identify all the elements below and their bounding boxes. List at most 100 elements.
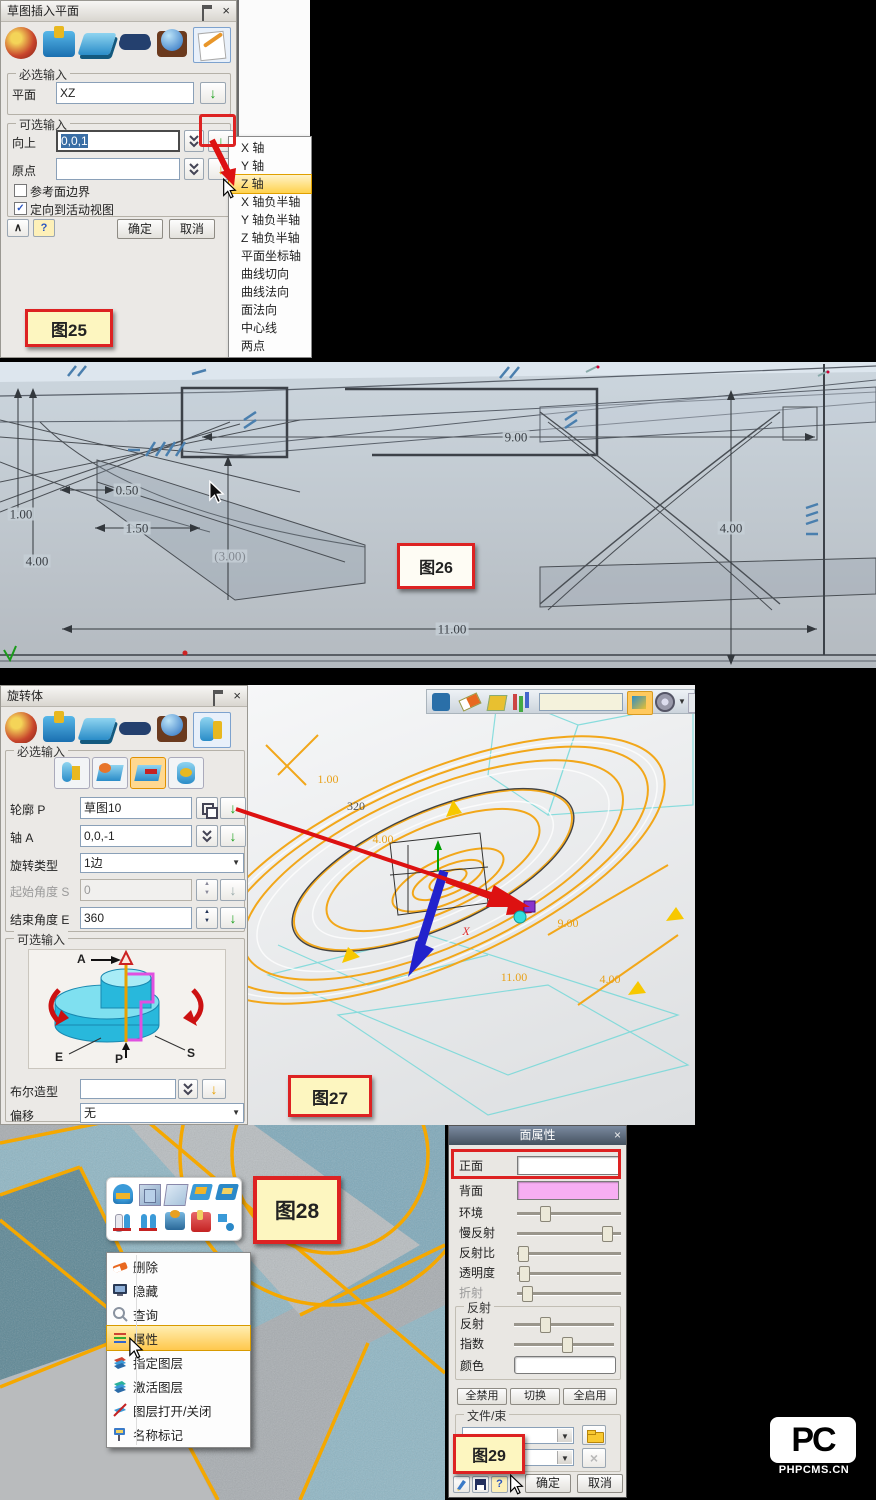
menu-item-y-neg[interactable]: Y 轴负半轴: [229, 211, 311, 229]
close-icon[interactable]: ×: [233, 686, 241, 706]
exponent-slider-thumb[interactable]: [562, 1337, 573, 1353]
end-angle-field[interactable]: 360: [80, 907, 192, 929]
toggle-button[interactable]: 切换: [510, 1388, 560, 1405]
view-dropdown-icon[interactable]: ▼: [678, 697, 686, 706]
palette-icon-3[interactable]: [163, 1184, 188, 1206]
filter-tool-icon[interactable]: [513, 694, 517, 710]
eraser-tool-icon[interactable]: [458, 692, 481, 711]
layers-icon[interactable]: [77, 33, 116, 55]
sketch-icon[interactable]: [193, 27, 231, 63]
save-icon[interactable]: [472, 1476, 489, 1493]
diffuse-slider-thumb[interactable]: [602, 1226, 613, 1242]
revolve-type-4-icon[interactable]: [168, 757, 204, 789]
datum-stamp-icon[interactable]: [43, 716, 75, 742]
profile-pick-button[interactable]: ↓: [220, 797, 246, 819]
palette-icon-4[interactable]: [189, 1184, 213, 1200]
revolve-icon[interactable]: [193, 712, 231, 748]
sketch-viewport-fig26[interactable]: 0.50 1.50 1.00 4.00 (3.00) 9.00 4.00 11.…: [0, 362, 876, 668]
revolve-type-1-icon[interactable]: [54, 757, 90, 789]
palette-icon-5[interactable]: [215, 1184, 239, 1200]
boolean-chevron-button[interactable]: [178, 1079, 198, 1099]
profile-multi-button[interactable]: [196, 797, 218, 819]
offset-dropdown[interactable]: 无 ▼: [80, 1103, 244, 1123]
transparency-slider[interactable]: [517, 1272, 621, 1276]
palette-icon-8[interactable]: [165, 1212, 185, 1230]
menu-item-curve-normal[interactable]: 曲线法向: [229, 283, 311, 301]
axis-pick-button[interactable]: ↓: [220, 825, 246, 847]
glasses-icon[interactable]: [119, 37, 151, 50]
context-item-properties[interactable]: 属性: [107, 1326, 250, 1350]
collapse-button[interactable]: ∧: [7, 219, 29, 237]
context-item-delete[interactable]: 删除: [107, 1254, 250, 1278]
boolean-field[interactable]: [80, 1079, 176, 1099]
paint-apply-icon[interactable]: [453, 1476, 470, 1493]
plane-field[interactable]: XZ: [56, 82, 194, 104]
transparency-slider-thumb[interactable]: [519, 1266, 530, 1282]
profile-field[interactable]: 草图10: [80, 797, 192, 819]
menu-item-two-points[interactable]: 两点: [229, 337, 311, 355]
cancel-button[interactable]: 取消: [169, 219, 215, 239]
palette-icon-9[interactable]: [191, 1212, 211, 1232]
context-item-query[interactable]: 查询: [107, 1302, 250, 1326]
revolve-type-2-icon[interactable]: [92, 757, 128, 789]
palette-icon-6[interactable]: [113, 1212, 133, 1232]
boolean-pick-button[interactable]: ↓: [202, 1079, 226, 1099]
origin-field[interactable]: [56, 158, 180, 180]
palette-icon-7[interactable]: [139, 1212, 159, 1232]
menu-item-x-neg[interactable]: X 轴负半轴: [229, 193, 311, 211]
color-swatch[interactable]: [514, 1356, 616, 1374]
sketch-dialog-titlebar[interactable]: 草图插入平面 ×: [1, 1, 236, 22]
view-wheel-icon[interactable]: [655, 692, 675, 712]
enable-all-button[interactable]: 全启用: [563, 1388, 617, 1405]
viewport-search-input[interactable]: [539, 693, 623, 711]
revolve-dialog-titlebar[interactable]: 旋转体 ×: [1, 686, 247, 707]
pin-icon[interactable]: [213, 690, 223, 706]
specular-slider-thumb[interactable]: [518, 1246, 529, 1262]
open-folder-button[interactable]: [582, 1425, 606, 1445]
revolve-type-dropdown[interactable]: 1边 ▼: [80, 853, 244, 873]
context-item-hide[interactable]: 隐藏: [107, 1278, 250, 1302]
context-item-activate-layer[interactable]: 激活图层: [107, 1374, 250, 1398]
ref-boundary-checkbox[interactable]: [14, 184, 27, 197]
palette-icon-1[interactable]: [113, 1184, 133, 1204]
revolve-viewport[interactable]: ▼ 1.00 320 4.00 9.00 11.00 4.00 X 图27: [248, 685, 695, 1125]
pin-icon[interactable]: [202, 5, 212, 21]
isometric-view-icon[interactable]: [627, 691, 653, 715]
palette-icon-10[interactable]: [217, 1212, 237, 1232]
close-icon[interactable]: ×: [614, 1126, 621, 1144]
end-angle-pick-button[interactable]: ↓: [220, 907, 246, 929]
context-item-assign-layer[interactable]: 指定图层: [107, 1350, 250, 1374]
select-tool-icon[interactable]: [432, 693, 450, 711]
up-field[interactable]: 0,0,1: [56, 130, 180, 152]
ok-button[interactable]: 确定: [117, 219, 163, 239]
menu-item-face-normal[interactable]: 面法向: [229, 301, 311, 319]
back-face-swatch[interactable]: [517, 1181, 619, 1200]
diffuse-slider[interactable]: [517, 1232, 621, 1236]
face-dialog-titlebar[interactable]: 面属性 ×: [449, 1126, 626, 1145]
ambient-slider[interactable]: [517, 1212, 621, 1216]
context-item-layer-toggle[interactable]: 图层打开/关闭: [107, 1398, 250, 1422]
menu-item-centerline[interactable]: 中心线: [229, 319, 311, 337]
plane-pick-button[interactable]: ↓: [200, 82, 226, 104]
disable-all-button[interactable]: 全禁用: [457, 1388, 507, 1405]
solid-tool-icon[interactable]: [487, 695, 508, 711]
ambient-slider-thumb[interactable]: [540, 1206, 551, 1222]
reflect-slider-thumb[interactable]: [540, 1317, 551, 1333]
reflect-slider[interactable]: [514, 1323, 614, 1327]
cube-view-icon[interactable]: [688, 693, 695, 713]
color-wheel-icon[interactable]: [5, 27, 37, 59]
help-button[interactable]: ?: [33, 219, 55, 237]
axis-chevron-button[interactable]: [196, 825, 218, 847]
help-icon[interactable]: ?: [491, 1476, 508, 1493]
specular-slider[interactable]: [517, 1252, 621, 1256]
glasses-icon[interactable]: [119, 722, 151, 735]
axis-field[interactable]: 0,0,-1: [80, 825, 192, 847]
close-icon[interactable]: ×: [222, 1, 230, 21]
face-cancel-button[interactable]: 取消: [577, 1474, 623, 1493]
palette-icon-2[interactable]: [139, 1184, 161, 1206]
orient-view-checkbox[interactable]: ✓: [14, 202, 27, 215]
menu-item-plane-axis[interactable]: 平面坐标轴: [229, 247, 311, 265]
exponent-slider[interactable]: [514, 1343, 614, 1347]
layers-icon[interactable]: [77, 718, 116, 740]
render-sphere-icon[interactable]: [157, 31, 187, 57]
